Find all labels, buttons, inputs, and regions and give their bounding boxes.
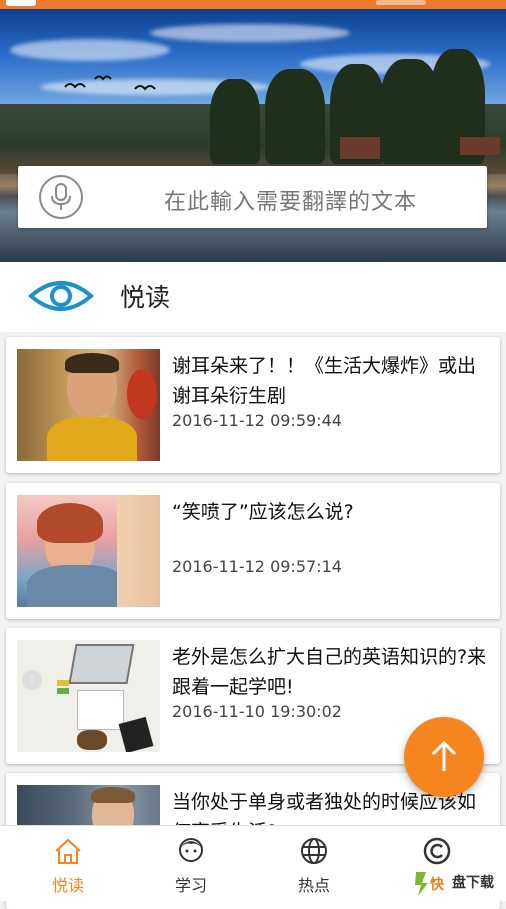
- globe-icon: [301, 838, 327, 864]
- article-thumbnail: [17, 495, 160, 607]
- translate-placeholder: 在此輸入需要翻譯的文本: [164, 190, 418, 215]
- watermark-logo: 快 盘下载: [412, 868, 506, 898]
- nav-item-yuedu[interactable]: 悦读: [5, 826, 131, 901]
- article-title: 老外是怎么扩大自己的英语知识的?来跟着一起学吧!: [172, 646, 487, 698]
- birds-icon: [64, 75, 156, 91]
- article-time: 2016-11-12 09:57:14: [172, 557, 342, 576]
- article-card[interactable]: 谢耳朵来了！！《生活大爆炸》或出谢耳朵衍生剧 2016-11-12 09:59:…: [6, 337, 500, 473]
- article-card[interactable]: “笑喷了”应该怎么说? 2016-11-12 09:57:14: [6, 483, 500, 619]
- status-bar-info: [376, 0, 426, 5]
- article-title: “笑喷了”应该怎么说?: [172, 501, 354, 523]
- svg-text:快: 快: [430, 876, 445, 893]
- watermark-text: 盘下载: [452, 875, 494, 891]
- article-time: 2016-11-12 09:59:44: [172, 411, 342, 430]
- nav-label: 悦读: [51, 876, 84, 895]
- translate-input[interactable]: 在此輸入需要翻譯的文本: [18, 166, 487, 228]
- microphone-button[interactable]: [39, 175, 83, 219]
- copyright-icon: [423, 837, 451, 865]
- status-bar: [0, 0, 506, 9]
- nav-item-redian[interactable]: 热点: [251, 826, 377, 901]
- home-icon: [55, 838, 81, 864]
- section-title: 悦读: [120, 283, 171, 312]
- section-header: 悦读: [0, 262, 506, 332]
- arrow-up-icon: [431, 740, 457, 771]
- status-bar-indicator: [6, 0, 36, 6]
- person-icon: [179, 838, 203, 862]
- nav-item-xuexi[interactable]: 学习: [128, 826, 254, 901]
- article-time: 2016-11-10 19:30:02: [172, 702, 342, 721]
- article-title: 谢耳朵来了！！《生活大爆炸》或出谢耳朵衍生剧: [172, 355, 477, 407]
- eye-icon: [28, 281, 94, 311]
- article-thumbnail: [17, 640, 160, 752]
- microphone-icon: [51, 183, 71, 210]
- article-thumbnail: [17, 349, 160, 461]
- nav-label: 热点: [297, 876, 330, 895]
- scroll-top-button[interactable]: [404, 717, 484, 797]
- nav-label: 学习: [174, 876, 207, 895]
